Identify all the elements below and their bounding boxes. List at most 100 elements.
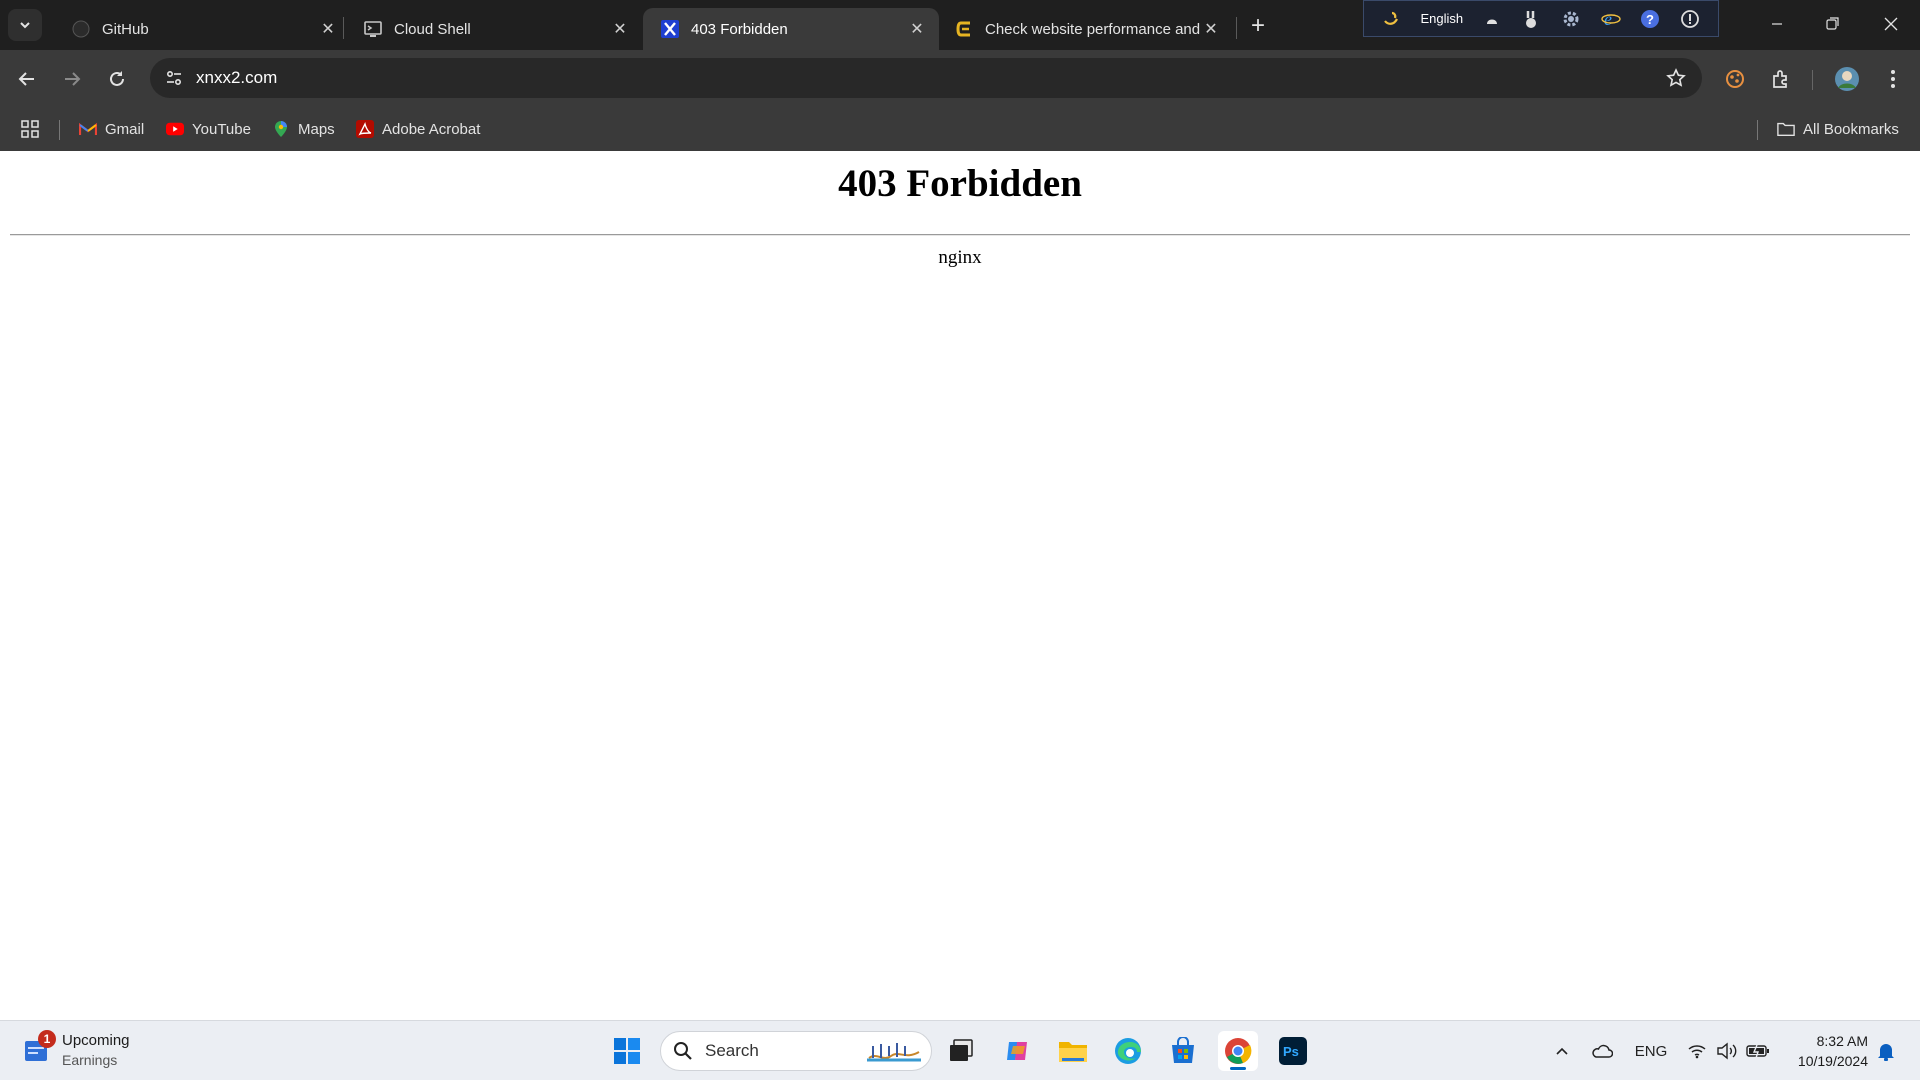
- widget-title: Upcoming: [62, 1032, 130, 1049]
- show-hidden-icons-button[interactable]: [1550, 1039, 1574, 1063]
- file-explorer-button[interactable]: [1053, 1031, 1093, 1071]
- taskbar-search[interactable]: Search: [660, 1031, 932, 1071]
- help-icon[interactable]: ?: [1639, 8, 1661, 30]
- tab-strip: GitHub ✕ Cloud Shell ✕ 403 Forbidden ✕ C…: [0, 0, 1920, 50]
- bookmarks-divider: [1757, 120, 1758, 140]
- windows-logo-icon: [614, 1038, 640, 1064]
- forward-arrow-icon: [65, 72, 81, 86]
- tab-403-forbidden[interactable]: 403 Forbidden ✕: [643, 8, 939, 50]
- search-label: Search: [705, 1041, 759, 1060]
- bookmark-label: Adobe Acrobat: [382, 120, 481, 138]
- youtube-icon: [166, 120, 184, 138]
- bookmark-gmail[interactable]: Gmail: [79, 117, 144, 141]
- clock[interactable]: 8:32 AM 10/19/2024: [1782, 1031, 1868, 1071]
- close-icon: [1884, 17, 1898, 31]
- notification-badge: 1: [38, 1029, 56, 1048]
- new-tab-button[interactable]: +: [1244, 12, 1272, 40]
- widget-subtitle: Earnings: [62, 1052, 118, 1068]
- apps-grid-icon: [21, 120, 39, 138]
- taskbar: 1 Upcoming Earnings Search Ps ENG 8:32 A…: [0, 1020, 1920, 1080]
- x-favicon-icon: [661, 20, 679, 38]
- minimize-button[interactable]: [1754, 6, 1800, 42]
- address-bar[interactable]: xnxx2.com: [150, 58, 1702, 98]
- copilot-button[interactable]: [998, 1031, 1038, 1071]
- reload-icon: [110, 71, 124, 86]
- profile-avatar[interactable]: [1832, 64, 1862, 94]
- battery-icon[interactable]: [1744, 1039, 1772, 1063]
- browser-toolbar: xnxx2.com: [0, 50, 1920, 107]
- tab-divider: [343, 17, 344, 39]
- chevron-up-icon: [1556, 1047, 1568, 1055]
- folder-icon: [1059, 1042, 1087, 1062]
- clock-time: 8:32 AM: [1816, 1033, 1868, 1049]
- tab-title: 403 Forbidden: [691, 20, 788, 38]
- more-menu-icon[interactable]: [1878, 64, 1908, 94]
- close-window-button[interactable]: [1868, 6, 1914, 42]
- chrome-button[interactable]: [1218, 1031, 1258, 1071]
- back-button[interactable]: [10, 62, 44, 96]
- extension-cookie-icon[interactable]: [1720, 64, 1750, 94]
- wifi-icon[interactable]: [1684, 1039, 1710, 1063]
- rabbit-icon[interactable]: [1520, 8, 1542, 30]
- edge-button[interactable]: [1108, 1031, 1148, 1071]
- folder-icon: [1777, 120, 1795, 138]
- bookmark-maps[interactable]: Maps: [272, 117, 335, 141]
- cloud-icon: [1592, 1044, 1613, 1058]
- copilot-icon: [1007, 1042, 1027, 1060]
- tab-title: GitHub: [102, 20, 149, 38]
- input-language-button[interactable]: ENG: [1630, 1039, 1672, 1063]
- close-tab-icon[interactable]: ✕: [907, 19, 927, 39]
- language-label[interactable]: English: [1420, 11, 1463, 26]
- search-icon: [674, 1042, 692, 1060]
- maps-icon: [272, 120, 290, 138]
- restore-button[interactable]: [1810, 6, 1856, 42]
- all-bookmarks-label: All Bookmarks: [1803, 120, 1899, 138]
- tab-github[interactable]: GitHub ✕: [54, 8, 350, 50]
- forward-button[interactable]: [55, 62, 89, 96]
- bookmark-youtube[interactable]: YouTube: [166, 117, 251, 141]
- onedrive-tray[interactable]: [1589, 1039, 1615, 1063]
- close-tab-icon[interactable]: ✕: [1201, 19, 1221, 39]
- keyboard-layout-icon[interactable]: [1381, 8, 1403, 30]
- tab-title: Check website performance and: [985, 20, 1201, 38]
- page-content: 403 Forbidden nginx: [0, 151, 1920, 1020]
- horizontal-rule: [10, 234, 1910, 236]
- clock-date: 10/19/2024: [1797, 1053, 1868, 1069]
- calendar-widget-icon: 1: [24, 1029, 56, 1066]
- tab-divider: [1236, 17, 1237, 39]
- tab-search-button[interactable]: [8, 9, 42, 41]
- tab-website-performance[interactable]: Check website performance and ✕: [937, 8, 1233, 50]
- bookmarks-divider: [59, 120, 60, 140]
- task-view-icon: [950, 1039, 973, 1061]
- photoshop-icon: Ps: [1279, 1037, 1307, 1065]
- search-highlight-art-icon: [867, 1043, 921, 1062]
- close-tab-icon[interactable]: ✕: [610, 19, 630, 39]
- site-info-icon[interactable]: [160, 64, 188, 92]
- close-tab-icon[interactable]: ✕: [318, 19, 338, 39]
- restore-icon: [1826, 17, 1839, 30]
- start-button[interactable]: [607, 1031, 647, 1071]
- gear-icon[interactable]: [1560, 8, 1582, 30]
- chevron-down-icon: [20, 22, 30, 29]
- svg-text:Ps: Ps: [1283, 1044, 1299, 1059]
- task-view-button[interactable]: [941, 1031, 981, 1071]
- photoshop-button[interactable]: Ps: [1273, 1031, 1313, 1071]
- widgets-button[interactable]: 1 Upcoming Earnings: [24, 1029, 130, 1070]
- apps-button[interactable]: [20, 117, 40, 141]
- tab-title: Cloud Shell: [394, 20, 471, 38]
- notification-bell-icon[interactable]: [1874, 1039, 1898, 1063]
- cloud-shell-icon: [364, 20, 382, 38]
- reload-button[interactable]: [100, 62, 134, 96]
- bookmark-adobe-acrobat[interactable]: Adobe Acrobat: [356, 117, 480, 141]
- running-indicator: [1230, 1067, 1246, 1070]
- bookmark-star-icon[interactable]: [1664, 66, 1688, 90]
- all-bookmarks-button[interactable]: All Bookmarks: [1777, 117, 1899, 141]
- volume-icon[interactable]: [1714, 1039, 1740, 1063]
- hat-icon[interactable]: [1481, 8, 1503, 30]
- internet-explorer-icon[interactable]: e: [1600, 8, 1622, 30]
- url-text[interactable]: xnxx2.com: [196, 68, 277, 88]
- tab-cloud-shell[interactable]: Cloud Shell ✕: [346, 8, 642, 50]
- microsoft-store-button[interactable]: [1163, 1031, 1203, 1071]
- info-icon[interactable]: [1679, 8, 1701, 30]
- extensions-puzzle-icon[interactable]: [1766, 64, 1796, 94]
